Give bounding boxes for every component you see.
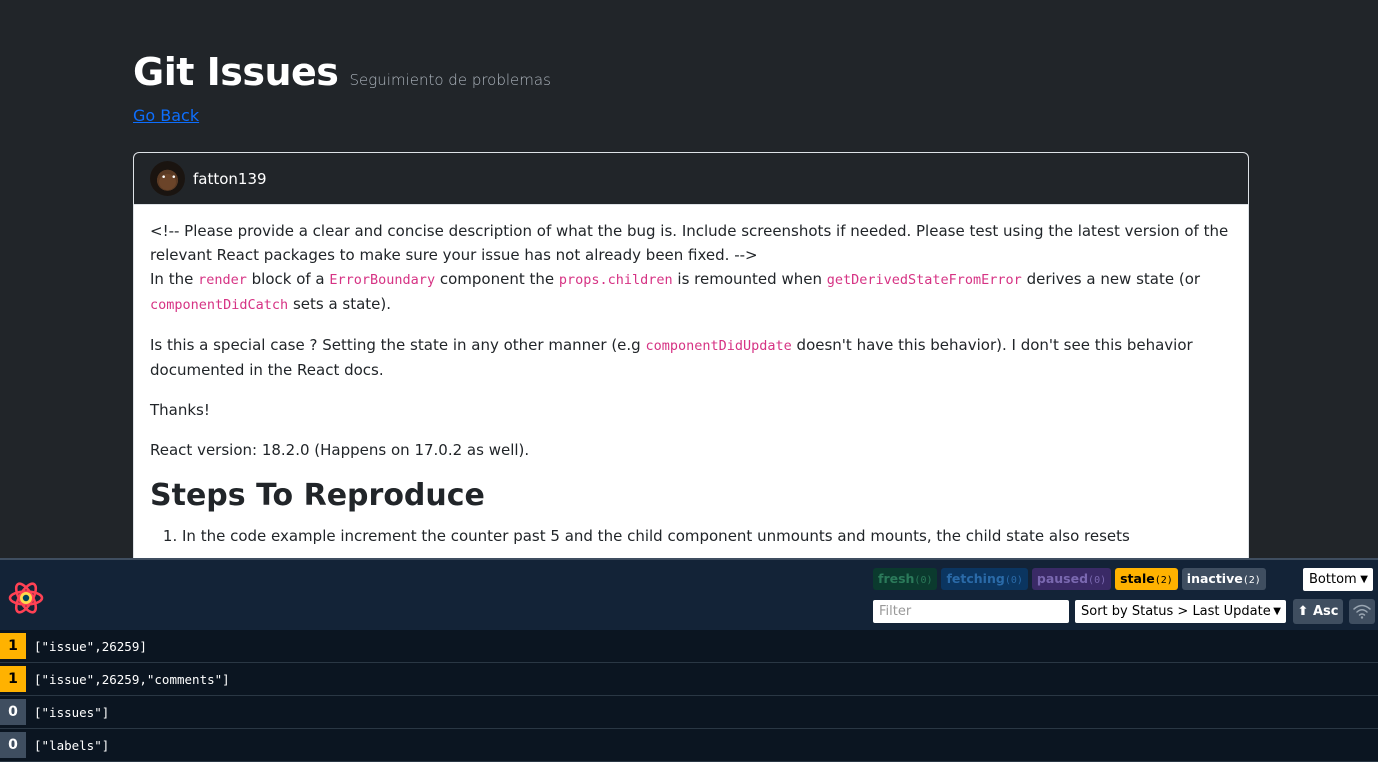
badge-fresh: fresh(0) <box>873 568 938 590</box>
issue-text: derives a new state (or <box>1021 270 1201 288</box>
user-avatar <box>150 161 185 196</box>
sort-direction-button[interactable]: ⬆ Asc <box>1293 599 1343 624</box>
badge-label: fresh <box>878 571 915 586</box>
wifi-icon <box>1353 604 1371 619</box>
go-back-link[interactable]: Go Back <box>133 106 199 125</box>
observer-count: 0 <box>0 699 26 725</box>
badge-count: (2) <box>1154 575 1173 586</box>
issue-text: Is this a special case ? Setting the sta… <box>150 336 646 354</box>
issue-paragraph-2: Is this a special case ? Setting the sta… <box>150 333 1232 382</box>
query-key: ["labels"] <box>34 737 110 753</box>
steps-list: In the code example increment the counte… <box>150 524 1232 548</box>
issue-card-header: fatton139 <box>134 153 1248 205</box>
issue-paragraph-4: React version: 18.2.0 (Happens on 17.0.2… <box>150 441 530 459</box>
query-key: ["issues"] <box>34 704 110 720</box>
issue-text: <!-- Please provide a clear and concise … <box>150 222 1229 264</box>
badge-count: (0) <box>914 575 933 586</box>
badge-stale: stale(2) <box>1115 568 1178 590</box>
position-select[interactable]: Bottom ▼ <box>1303 568 1373 591</box>
issue-text: sets a state). <box>288 295 392 313</box>
observer-count: 1 <box>0 633 26 659</box>
sort-select[interactable]: Sort by Status > Last Updated ▼ <box>1075 600 1286 623</box>
badge-label: fetching <box>946 571 1005 586</box>
position-value: Bottom <box>1309 572 1357 587</box>
steps-heading: Steps To Reproduce <box>150 478 485 513</box>
inline-code: ErrorBoundary <box>329 272 436 288</box>
badge-label: paused <box>1036 571 1089 586</box>
inline-code: componentDidCatch <box>150 297 289 313</box>
inline-code: componentDidUpdate <box>645 338 792 354</box>
badge-fetching: fetching(0) <box>941 568 1028 590</box>
issue-text: component the <box>435 270 559 288</box>
badge-count: (0) <box>1004 575 1023 586</box>
issue-paragraph-1: <!-- Please provide a clear and concise … <box>150 219 1232 317</box>
inline-code: render <box>198 272 247 288</box>
step-item: In the code example increment the counte… <box>182 524 1232 548</box>
inline-code: getDerivedStateFromError <box>826 272 1022 288</box>
inline-code: props.children <box>558 272 673 288</box>
sort-value: Sort by Status > Last Updated <box>1081 604 1279 619</box>
query-row[interactable]: 1 ["issue",26259,"comments"] <box>0 663 1378 696</box>
observer-count: 0 <box>0 732 26 758</box>
query-devtools-panel: fresh(0) fetching(0) paused(0) stale(2) … <box>0 558 1378 762</box>
badge-count: (2) <box>1242 575 1261 586</box>
page-header: Git Issues Seguimiento de problemas <box>133 50 551 94</box>
query-row[interactable]: 1 ["issue",26259] <box>0 630 1378 663</box>
issue-paragraph-3: Thanks! <box>150 401 210 419</box>
observer-count: 1 <box>0 666 26 692</box>
filter-input[interactable] <box>873 600 1069 623</box>
badge-label: inactive <box>1186 571 1243 586</box>
devtools-header: fresh(0) fetching(0) paused(0) stale(2) … <box>0 560 1378 630</box>
issue-text: block of a <box>246 270 330 288</box>
page-subtitle: Seguimiento de problemas <box>349 71 551 89</box>
query-row[interactable]: 0 ["issues"] <box>0 696 1378 729</box>
query-key: ["issue",26259,"comments"] <box>34 671 230 687</box>
badge-inactive: inactive(2) <box>1181 568 1266 590</box>
badge-count: (0) <box>1088 575 1107 586</box>
online-toggle-button[interactable] <box>1349 599 1375 624</box>
badge-label: stale <box>1120 571 1155 586</box>
react-query-logo-icon[interactable] <box>8 580 44 616</box>
issue-text: In the <box>150 270 199 288</box>
query-list: 1 ["issue",26259] 1 ["issue",26259,"comm… <box>0 630 1378 762</box>
chevron-down-icon: ▼ <box>1271 600 1281 623</box>
chevron-down-icon: ▼ <box>1360 574 1368 585</box>
query-row[interactable]: 0 ["labels"] <box>0 729 1378 762</box>
status-badges: fresh(0) fetching(0) paused(0) stale(2) … <box>873 568 1266 590</box>
issue-author: fatton139 <box>193 169 267 188</box>
page-title: Git Issues <box>133 50 339 94</box>
issue-text: is remounted when <box>672 270 827 288</box>
query-key: ["issue",26259] <box>34 638 147 654</box>
issue-body: <!-- Please provide a clear and concise … <box>134 205 1248 562</box>
issue-card: fatton139 <!-- Please provide a clear an… <box>133 152 1249 574</box>
badge-paused: paused(0) <box>1031 568 1112 590</box>
